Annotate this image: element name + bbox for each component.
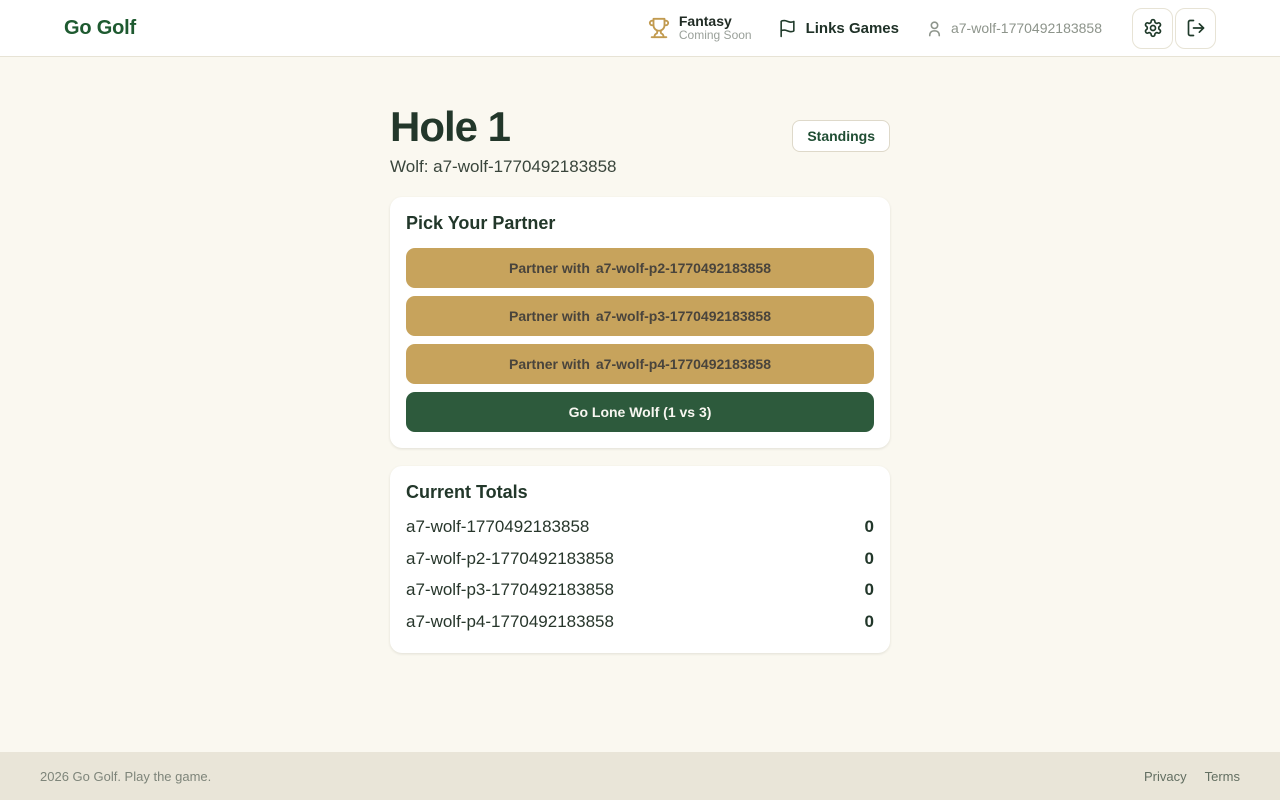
gear-icon	[1143, 18, 1163, 38]
title-block: Hole 1 Wolf: a7-wolf-1770492183858	[390, 103, 617, 177]
player-name: a7-wolf-p4-1770492183858	[406, 609, 614, 635]
player-score: 0	[865, 514, 874, 540]
totals-row: a7-wolf-p2-1770492183858 0	[406, 543, 874, 575]
partner-button-p2[interactable]: Partner with a7-wolf-p2-1770492183858	[406, 248, 874, 288]
partner-button-name: a7-wolf-p4-1770492183858	[596, 356, 771, 372]
pick-partner-heading: Pick Your Partner	[406, 213, 874, 234]
partner-button-prefix: Partner with	[509, 356, 590, 372]
footer-copyright: 2026 Go Golf. Play the game.	[40, 769, 211, 784]
title-row: Hole 1 Wolf: a7-wolf-1770492183858 Stand…	[390, 103, 890, 177]
totals-list: a7-wolf-1770492183858 0 a7-wolf-p2-17704…	[406, 511, 874, 637]
flag-icon	[778, 19, 797, 38]
header-buttons	[1132, 8, 1216, 49]
partner-button-p3[interactable]: Partner with a7-wolf-p3-1770492183858	[406, 296, 874, 336]
logout-icon	[1186, 18, 1206, 38]
page-title: Hole 1	[390, 103, 617, 151]
wolf-subtitle: Wolf: a7-wolf-1770492183858	[390, 157, 617, 177]
username: a7-wolf-1770492183858	[951, 20, 1102, 36]
user-chip: a7-wolf-1770492183858	[925, 19, 1102, 38]
partner-button-name: a7-wolf-p2-1770492183858	[596, 260, 771, 276]
partner-button-name: a7-wolf-p3-1770492183858	[596, 308, 771, 324]
logout-button[interactable]	[1175, 8, 1216, 49]
footer-links: Privacy Terms	[1144, 769, 1240, 784]
settings-button[interactable]	[1132, 8, 1173, 49]
partner-button-p4[interactable]: Partner with a7-wolf-p4-1770492183858	[406, 344, 874, 384]
user-icon	[925, 19, 944, 38]
fantasy-labels: Fantasy Coming Soon	[679, 13, 752, 43]
trophy-icon	[648, 17, 670, 39]
partner-button-stack: Partner with a7-wolf-p2-1770492183858 Pa…	[406, 248, 874, 432]
player-name: a7-wolf-p3-1770492183858	[406, 577, 614, 603]
pick-partner-card: Pick Your Partner Partner with a7-wolf-p…	[390, 197, 890, 448]
player-score: 0	[865, 577, 874, 603]
app-footer: 2026 Go Golf. Play the game. Privacy Ter…	[0, 752, 1280, 800]
player-name: a7-wolf-1770492183858	[406, 514, 589, 540]
nav-item-links-games[interactable]: Links Games	[778, 19, 899, 38]
fantasy-coming-soon: Coming Soon	[679, 29, 752, 43]
header-nav: Fantasy Coming Soon Links Games a7-wolf-…	[648, 8, 1216, 49]
player-score: 0	[865, 546, 874, 572]
standings-button[interactable]: Standings	[792, 120, 890, 152]
nav-item-fantasy[interactable]: Fantasy Coming Soon	[648, 13, 752, 43]
totals-row: a7-wolf-p4-1770492183858 0	[406, 606, 874, 638]
terms-link[interactable]: Terms	[1205, 769, 1240, 784]
current-totals-heading: Current Totals	[406, 482, 874, 503]
totals-row: a7-wolf-1770492183858 0	[406, 511, 874, 543]
app-header: Go Golf Fantasy Coming Soon	[0, 0, 1280, 57]
partner-button-prefix: Partner with	[509, 260, 590, 276]
fantasy-label: Fantasy	[679, 13, 752, 29]
links-games-label: Links Games	[806, 20, 899, 37]
partner-button-prefix: Partner with	[509, 308, 590, 324]
totals-row: a7-wolf-p3-1770492183858 0	[406, 574, 874, 606]
privacy-link[interactable]: Privacy	[1144, 769, 1187, 784]
app-logo[interactable]: Go Golf	[64, 17, 136, 40]
main-content: Hole 1 Wolf: a7-wolf-1770492183858 Stand…	[0, 57, 1280, 752]
player-name: a7-wolf-p2-1770492183858	[406, 546, 614, 572]
lone-wolf-button[interactable]: Go Lone Wolf (1 vs 3)	[406, 392, 874, 432]
player-score: 0	[865, 609, 874, 635]
current-totals-card: Current Totals a7-wolf-1770492183858 0 a…	[390, 466, 890, 653]
